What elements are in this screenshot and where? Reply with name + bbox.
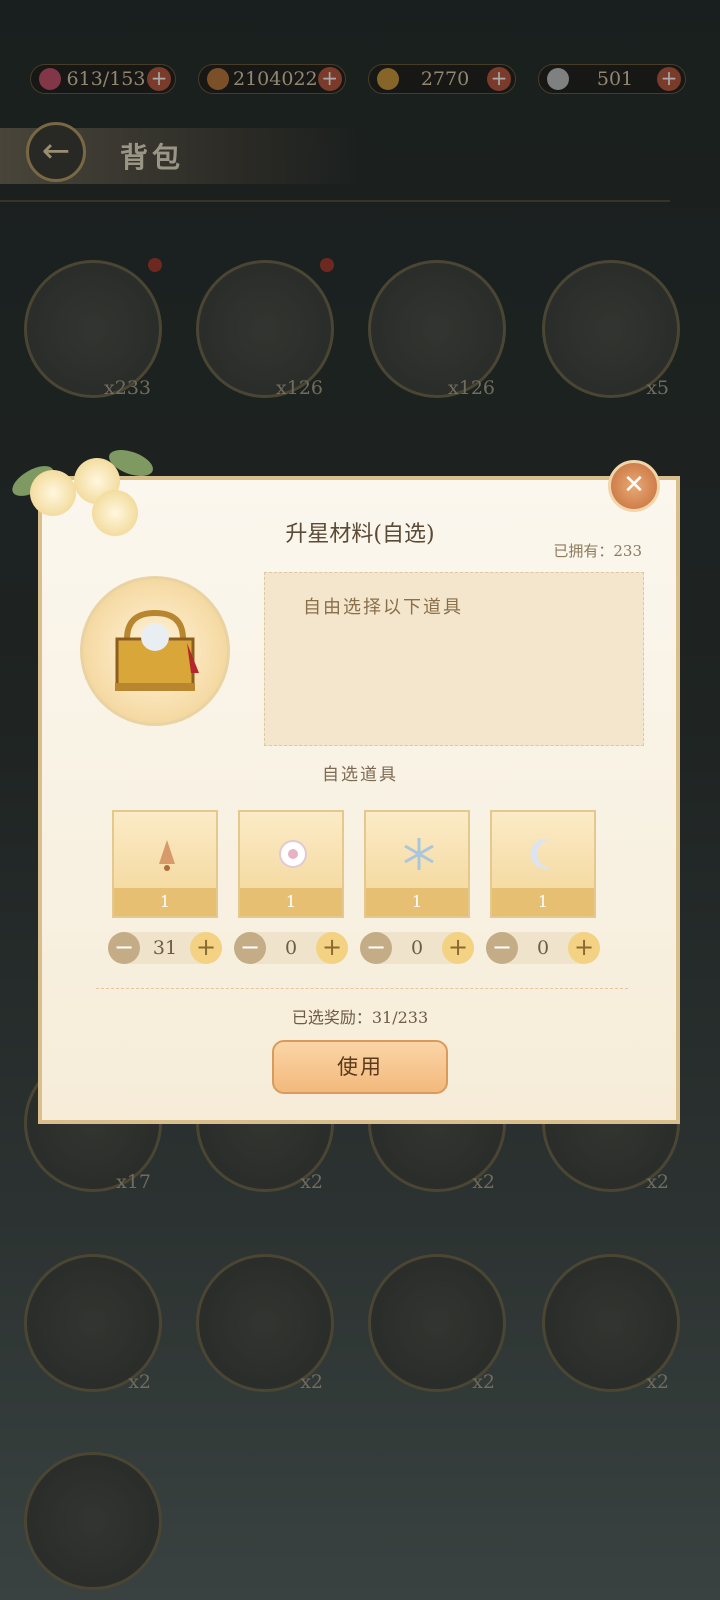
option-amount: 1	[492, 888, 594, 916]
option-amount: 1	[240, 888, 342, 916]
quantity-value[interactable]: 31	[140, 932, 190, 964]
close-icon: ✕	[623, 470, 645, 500]
option-card-bell[interactable]: 1	[112, 810, 218, 918]
peony-icon	[279, 840, 307, 868]
selected-count: 已选奖励：31/233	[291, 1008, 429, 1027]
increase-button[interactable]: +	[190, 932, 222, 964]
option-card-moon[interactable]: 1	[490, 810, 596, 918]
increase-button[interactable]: +	[568, 932, 600, 964]
bell-icon	[159, 840, 175, 871]
increase-button[interactable]: +	[442, 932, 474, 964]
description-box: 自由选择以下道具	[264, 572, 644, 746]
decrease-button[interactable]: −	[234, 932, 266, 964]
description-text: 自由选择以下道具	[303, 597, 463, 618]
option-amount: 1	[366, 888, 468, 916]
quantity-value[interactable]: 0	[518, 932, 568, 964]
quantity-stepper: − 0 +	[360, 932, 474, 964]
quantity-stepper: − 31 +	[108, 932, 222, 964]
close-button[interactable]: ✕	[608, 460, 660, 512]
moon-icon	[530, 839, 551, 869]
option-amount: 1	[114, 888, 216, 916]
option-card-peony[interactable]: 1	[238, 810, 344, 918]
gift-basket-icon	[80, 576, 230, 726]
decrease-button[interactable]: −	[108, 932, 140, 964]
flower-decoration-icon	[30, 470, 76, 516]
option-card-snowflake[interactable]: 1	[364, 810, 470, 918]
increase-button[interactable]: +	[316, 932, 348, 964]
quantity-stepper: − 0 +	[486, 932, 600, 964]
quantity-value[interactable]: 0	[266, 932, 316, 964]
divider	[96, 988, 628, 990]
owned-count: 已拥有：233	[553, 542, 642, 560]
use-button[interactable]: 使用	[272, 1040, 448, 1094]
snowflake-icon	[404, 838, 434, 870]
quantity-value[interactable]: 0	[392, 932, 442, 964]
quantity-stepper: − 0 +	[234, 932, 348, 964]
decrease-button[interactable]: −	[360, 932, 392, 964]
decrease-button[interactable]: −	[486, 932, 518, 964]
options-subtitle: 自选道具	[322, 765, 398, 785]
